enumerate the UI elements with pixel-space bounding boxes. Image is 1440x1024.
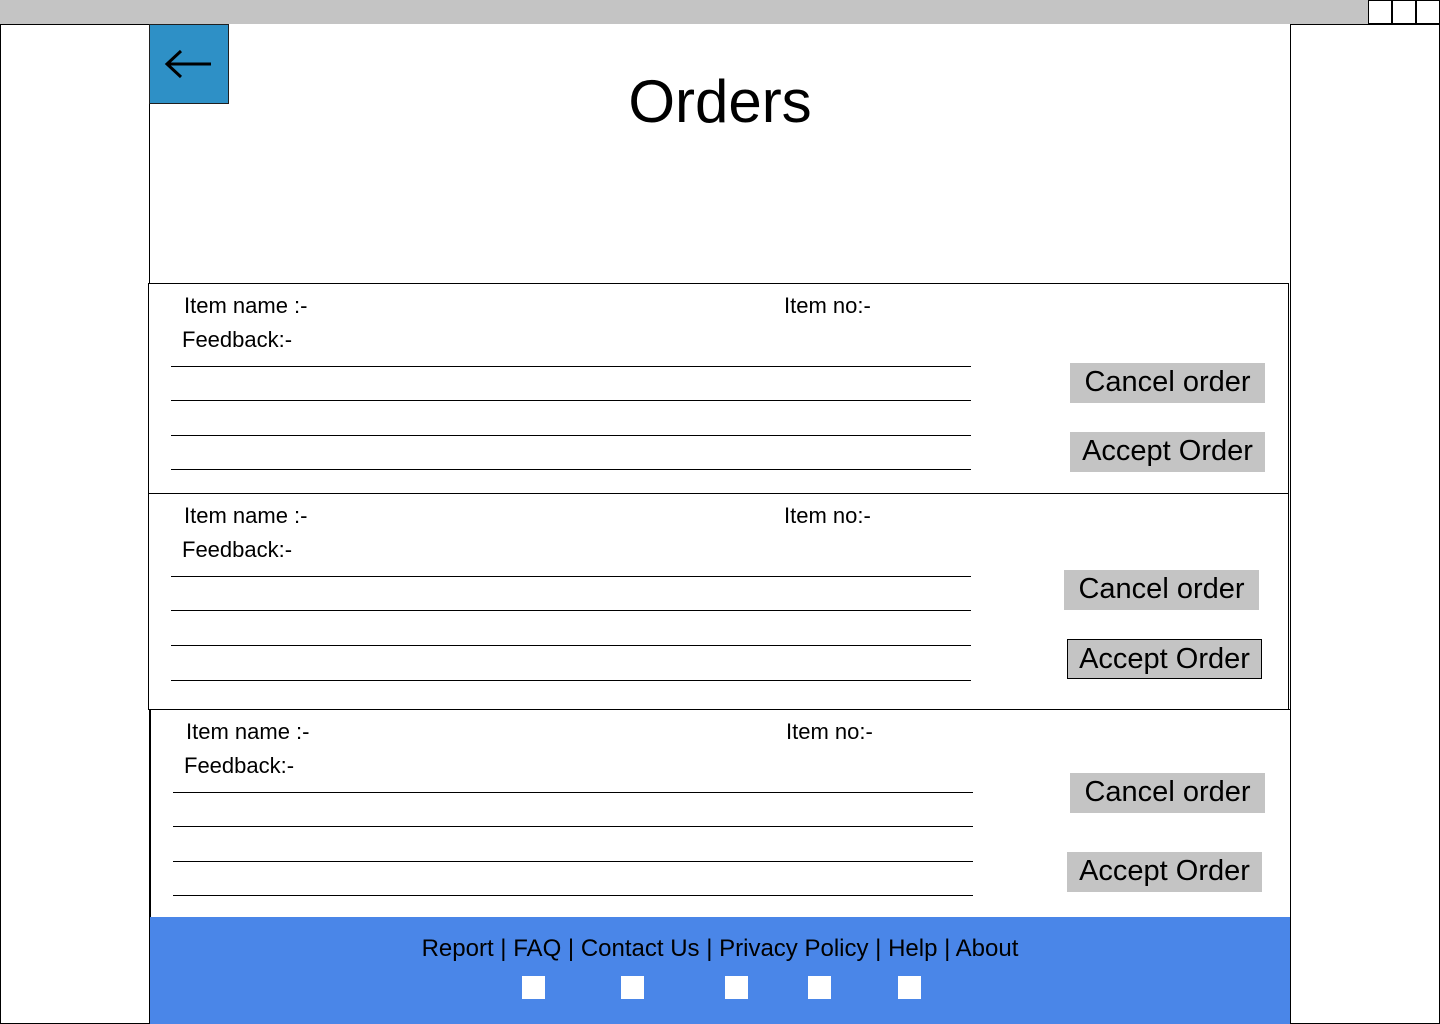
social-icon[interactable] [522,976,545,999]
item-name-label: Item name :- [184,293,308,318]
footer-separator: | [937,935,956,962]
page-title: Orders [628,68,812,135]
social-icon[interactable] [808,976,831,999]
accept-order-button[interactable]: Accept Order [1067,852,1262,892]
footer-separator: | [493,935,514,962]
footer-links: Report | FAQ | Contact Us | Privacy Poli… [150,935,1290,963]
feedback-label: Feedback:- [184,753,295,778]
feedback-line[interactable] [171,400,971,401]
item-name-label: Item name :- [184,503,308,528]
feedback-label: Feedback:- [182,537,293,562]
accept-order-button[interactable]: Accept Order [1067,639,1262,679]
feedback-line[interactable] [171,435,971,436]
left-side-panel [0,24,150,1024]
accept-order-button[interactable]: Accept Order [1070,432,1265,472]
window-maximize-button[interactable] [1392,0,1416,24]
feedback-line[interactable] [173,861,973,862]
right-side-panel [1290,24,1440,1024]
item-no-label: Item no:- [784,293,871,318]
order-card: Item name :- Item no:- Feedback:- Cancel… [148,283,1289,494]
social-icon[interactable] [898,976,921,999]
social-icon[interactable] [725,976,748,999]
feedback-line[interactable] [171,645,971,646]
order-card: Item name :- Item no:- Feedback:- Cancel… [150,709,1291,919]
footer: Report | FAQ | Contact Us | Privacy Poli… [150,917,1290,1024]
window-close-button[interactable] [1416,0,1440,24]
feedback-line[interactable] [171,366,971,367]
feedback-label: Feedback:- [182,327,293,352]
cancel-order-button[interactable]: Cancel order [1070,363,1265,403]
footer-link-privacy-policy[interactable]: Privacy Policy [719,935,868,962]
feedback-line[interactable] [171,469,971,470]
item-name-label: Item name :- [186,719,310,744]
feedback-line[interactable] [173,895,973,896]
footer-link-contact-us[interactable]: Contact Us [581,935,700,962]
footer-link-about[interactable]: About [956,935,1019,962]
cancel-order-button[interactable]: Cancel order [1070,773,1265,813]
footer-separator: | [699,935,720,962]
footer-separator: | [868,935,889,962]
footer-separator: | [561,935,581,962]
feedback-line[interactable] [173,826,973,827]
window-title-bar [0,0,1440,24]
footer-link-faq[interactable]: FAQ [513,935,561,962]
order-card: Item name :- Item no:- Feedback:- Cancel… [148,493,1289,710]
feedback-line[interactable] [171,576,971,577]
item-no-label: Item no:- [786,719,873,744]
feedback-line[interactable] [171,680,971,681]
feedback-line[interactable] [173,792,973,793]
footer-link-help[interactable]: Help [888,935,937,962]
item-no-label: Item no:- [784,503,871,528]
window-minimize-button[interactable] [1368,0,1392,24]
feedback-line[interactable] [171,610,971,611]
cancel-order-button[interactable]: Cancel order [1064,570,1259,610]
footer-link-report[interactable]: Report [422,935,494,962]
social-icon[interactable] [621,976,644,999]
